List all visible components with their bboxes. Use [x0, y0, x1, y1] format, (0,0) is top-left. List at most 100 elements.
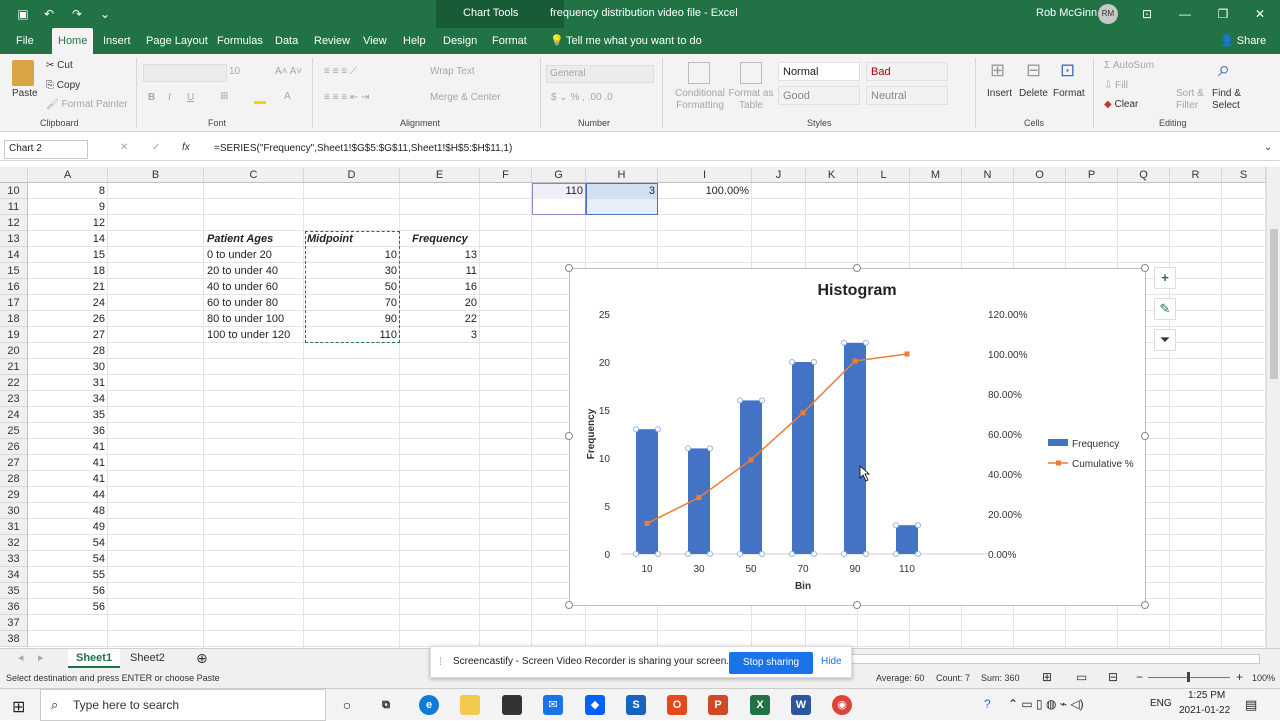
row-header[interactable]: 22: [0, 375, 28, 391]
enter-icon[interactable]: ✓: [152, 142, 160, 153]
cell-frequency[interactable]: 16: [400, 279, 480, 295]
column-header[interactable]: O: [1014, 167, 1066, 183]
header-patient-ages[interactable]: Patient Ages: [204, 231, 304, 247]
zoom-slider-thumb[interactable]: [1187, 672, 1190, 682]
cell-a[interactable]: 12: [28, 215, 108, 231]
row-header[interactable]: 23: [0, 391, 28, 407]
hide-button[interactable]: Hide: [821, 656, 842, 667]
cortana-icon[interactable]: ○: [337, 695, 357, 715]
cell-a[interactable]: 56: [28, 599, 108, 615]
tab-review[interactable]: Review: [308, 28, 356, 54]
resize-handle[interactable]: [853, 264, 861, 272]
save-icon[interactable]: ▣: [14, 5, 32, 23]
column-header[interactable]: L: [858, 167, 910, 183]
format-painter-button[interactable]: 🖌 Format Painter: [46, 99, 128, 110]
format-cells-icon[interactable]: ⊡: [1060, 60, 1075, 81]
tab-page-layout[interactable]: Page Layout: [140, 28, 214, 54]
borders-icon[interactable]: ⊞: [220, 91, 228, 102]
cell-a[interactable]: 30: [28, 359, 108, 375]
resize-handle[interactable]: [853, 601, 861, 609]
row-header[interactable]: 34: [0, 567, 28, 583]
column-header[interactable]: Q: [1118, 167, 1170, 183]
mail-icon[interactable]: ✉: [543, 695, 563, 715]
cell-frequency[interactable]: 3: [400, 327, 480, 343]
chart-elements-plus-icon[interactable]: +: [1154, 267, 1176, 289]
drag-handle-icon[interactable]: ⁞: [439, 656, 442, 668]
dropbox-icon[interactable]: ◆: [585, 695, 605, 715]
row-header[interactable]: 29: [0, 487, 28, 503]
clock-time[interactable]: 1:25 PM: [1188, 690, 1225, 701]
cell-a[interactable]: 41: [28, 455, 108, 471]
cell-a[interactable]: 14: [28, 231, 108, 247]
cell-a[interactable]: 18: [28, 263, 108, 279]
cell-age-range[interactable]: 40 to under 60: [204, 279, 304, 295]
histogram-chart[interactable]: Histogram 0 5 10 15 20 25 0.00% 20.00% 40.00% 60.0…: [569, 268, 1146, 606]
row-header[interactable]: 16: [0, 279, 28, 295]
style-neutral[interactable]: Neutral: [866, 86, 948, 105]
column-header[interactable]: E: [400, 167, 480, 183]
cell-a[interactable]: 44: [28, 487, 108, 503]
column-header[interactable]: B: [108, 167, 204, 183]
scroll-thumb[interactable]: [1270, 229, 1278, 379]
resize-handle[interactable]: [1141, 432, 1149, 440]
insert-cells-button[interactable]: Insert: [987, 88, 1012, 99]
tab-insert[interactable]: Insert: [97, 28, 137, 54]
conditional-formatting-button[interactable]: Conditional Formatting: [672, 88, 728, 112]
tab-file[interactable]: File: [10, 28, 40, 54]
cell-a[interactable]: 41: [28, 439, 108, 455]
stop-sharing-button[interactable]: Stop sharing: [729, 652, 813, 674]
tray-icons[interactable]: ⌃ ▭ ▯ ◍ ⌁ ◁): [1008, 697, 1084, 711]
delete-cells-icon[interactable]: ⊟: [1026, 60, 1041, 81]
chart-filter-icon[interactable]: ⏷: [1154, 329, 1176, 351]
cell-a[interactable]: 8: [28, 183, 108, 199]
row-header[interactable]: 25: [0, 423, 28, 439]
row-header[interactable]: 26: [0, 439, 28, 455]
cell-a[interactable]: 21: [28, 279, 108, 295]
row-header[interactable]: 27: [0, 455, 28, 471]
edge-icon[interactable]: e: [419, 695, 439, 715]
cell-age-range[interactable]: 80 to under 100: [204, 311, 304, 327]
page-break-view-icon[interactable]: ⊟: [1108, 670, 1118, 684]
cell-a[interactable]: 31: [28, 375, 108, 391]
resize-handle[interactable]: [565, 264, 573, 272]
row-header[interactable]: 31: [0, 519, 28, 535]
store-icon[interactable]: [502, 695, 522, 715]
row-header[interactable]: 13: [0, 231, 28, 247]
cell-a[interactable]: 55: [28, 567, 108, 583]
screenshot-tool-icon[interactable]: S: [626, 695, 646, 715]
horizontal-scrollbar[interactable]: [850, 654, 1260, 664]
file-explorer-icon[interactable]: [460, 695, 480, 715]
column-header[interactable]: N: [962, 167, 1014, 183]
column-header[interactable]: H: [586, 167, 658, 183]
resize-handle[interactable]: [565, 432, 573, 440]
underline-button[interactable]: U: [187, 92, 194, 103]
next-sheet-icon[interactable]: ▸: [30, 649, 52, 668]
sheet-tab-sheet1[interactable]: Sheet1: [68, 649, 121, 668]
row-header[interactable]: 17: [0, 295, 28, 311]
cell-frequency[interactable]: 20: [400, 295, 480, 311]
font-size-box[interactable]: 10: [229, 66, 267, 84]
cell-frequency[interactable]: 13: [400, 247, 480, 263]
cell-a[interactable]: 27: [28, 327, 108, 343]
row-header[interactable]: 20: [0, 343, 28, 359]
bold-button[interactable]: B: [148, 92, 155, 103]
cell-a[interactable]: 54: [28, 551, 108, 567]
word-icon[interactable]: W: [791, 695, 811, 715]
office-icon[interactable]: O: [667, 695, 687, 715]
column-header[interactable]: M: [910, 167, 962, 183]
cell-age-range[interactable]: 60 to under 80: [204, 295, 304, 311]
header-frequency[interactable]: Frequency: [400, 231, 480, 247]
help-icon[interactable]: ?: [984, 697, 991, 711]
row-header[interactable]: 11: [0, 199, 28, 215]
resize-handle[interactable]: [1141, 601, 1149, 609]
cell-a[interactable]: 15: [28, 247, 108, 263]
row-header[interactable]: 37: [0, 615, 28, 631]
zoom-out-icon[interactable]: −: [1136, 670, 1143, 684]
cell-age-range[interactable]: 20 to under 40: [204, 263, 304, 279]
cell-a[interactable]: 49: [28, 519, 108, 535]
cell-a[interactable]: 9: [28, 199, 108, 215]
row-header[interactable]: 18: [0, 311, 28, 327]
format-as-table-button[interactable]: Format as Table: [728, 88, 774, 112]
cut-button[interactable]: ✂ Cut: [46, 60, 73, 71]
chrome-icon[interactable]: ◉: [832, 695, 852, 715]
